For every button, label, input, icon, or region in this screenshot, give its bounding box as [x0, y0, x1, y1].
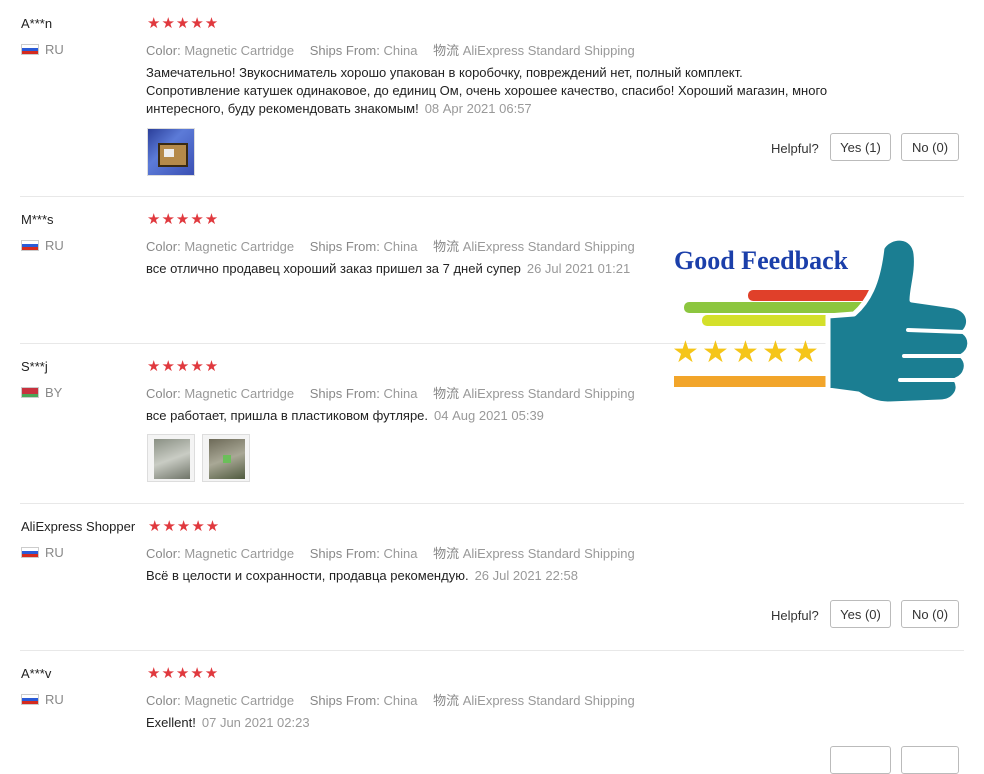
shipping-value: AliExpress Standard Shipping	[462, 43, 635, 58]
color-value: Magnetic Cartridge	[184, 239, 295, 254]
color-value: Magnetic Cartridge	[184, 546, 295, 561]
helpful-no-button[interactable]: No (0)	[901, 133, 959, 161]
ships-from-label: Ships From:	[309, 546, 380, 561]
reviewer-name: A***n	[21, 16, 53, 31]
review-text: Замечательно! Звукосниматель хорошо упак…	[146, 64, 836, 118]
review-date: 07 Jun 2021 02:23	[201, 715, 310, 730]
ships-from-value: China	[383, 546, 418, 561]
review-attributes: Color: Magnetic Cartridge Ships From: Ch…	[146, 543, 635, 562]
review-text: Всё в целости и сохранности, продавца ре…	[146, 567, 846, 585]
country-code: RU	[45, 238, 64, 253]
flag-ru-icon	[21, 694, 39, 705]
divider	[20, 196, 964, 197]
reviewer-country: RU	[21, 692, 64, 707]
svg-text:★: ★	[732, 335, 759, 370]
review-date: 04 Aug 2021 05:39	[434, 408, 544, 423]
ships-from-label: Ships From:	[309, 693, 380, 708]
country-code: RU	[45, 42, 64, 57]
review-attributes: Color: Magnetic Cartridge Ships From: Ch…	[146, 690, 635, 709]
divider	[20, 650, 964, 651]
color-value: Magnetic Cartridge	[184, 693, 295, 708]
color-label: Color:	[146, 386, 181, 401]
helpful-yes-button[interactable]: Yes (1)	[830, 133, 891, 161]
country-code: RU	[45, 545, 64, 560]
reviewer-country: RU	[21, 545, 64, 560]
country-code: RU	[45, 692, 64, 707]
color-value: Magnetic Cartridge	[184, 386, 295, 401]
reviewer-country: BY	[21, 385, 62, 400]
helpful-yes-button[interactable]	[830, 746, 891, 774]
reviewer-name: M***s	[21, 212, 54, 227]
review-date: 26 Jul 2021 22:58	[474, 568, 578, 583]
rating-stars: ★★★★★	[147, 358, 220, 375]
review-date: 08 Apr 2021 06:57	[424, 101, 532, 116]
svg-text:★: ★	[762, 335, 789, 370]
flag-by-icon	[21, 387, 39, 398]
color-label: Color:	[146, 43, 181, 58]
review-date: 26 Jul 2021 01:21	[526, 261, 631, 276]
helpful-label: Helpful?	[771, 608, 819, 623]
divider	[20, 503, 964, 504]
shipping-value: AliExpress Standard Shipping	[462, 386, 635, 401]
good-feedback-badge: Good Feedback ★ ★ ★ ★ ★	[668, 228, 974, 423]
color-value: Magnetic Cartridge	[184, 43, 295, 58]
svg-text:★: ★	[672, 335, 699, 370]
helpful-no-button[interactable]	[901, 746, 959, 774]
reviewer-name: S***j	[21, 359, 48, 374]
review-body: все отлично продавец хороший заказ прише…	[146, 261, 521, 276]
color-label: Color:	[146, 693, 181, 708]
reviewer-name: A***v	[21, 666, 52, 681]
review-body: все работает, пришла в пластиковом футля…	[146, 408, 429, 423]
thumbs-up-icon	[825, 235, 973, 407]
ships-from-label: Ships From:	[309, 386, 380, 401]
helpful-no-button[interactable]: No (0)	[901, 600, 959, 628]
shipping-icon: 物流	[433, 386, 460, 401]
shipping-icon: 物流	[433, 43, 460, 58]
rating-stars: ★★★★★	[147, 15, 220, 32]
rating-stars: ★★★★★	[147, 665, 220, 682]
badge-stars-icon: ★ ★ ★ ★ ★	[672, 335, 819, 370]
ships-from-label: Ships From:	[309, 43, 380, 58]
flag-ru-icon	[21, 44, 39, 55]
ships-from-value: China	[383, 43, 418, 58]
review-attributes: Color: Magnetic Cartridge Ships From: Ch…	[146, 40, 635, 59]
ships-from-value: China	[383, 693, 418, 708]
rating-stars: ★★★★★	[148, 518, 221, 535]
reviewer-name: AliExpress Shopper	[21, 519, 136, 534]
review-photo[interactable]	[147, 434, 195, 482]
ships-from-value: China	[383, 239, 418, 254]
reviewer-country: RU	[21, 42, 64, 57]
reviewer-country: RU	[21, 238, 64, 253]
ships-from-value: China	[383, 386, 418, 401]
helpful-label: Helpful?	[771, 141, 819, 156]
shipping-value: AliExpress Standard Shipping	[462, 693, 635, 708]
rating-stars: ★★★★★	[147, 211, 220, 228]
svg-text:★: ★	[792, 335, 819, 370]
shipping-icon: 物流	[433, 239, 460, 254]
review-body: Всё в целости и сохранности, продавца ре…	[146, 568, 469, 583]
color-label: Color:	[146, 546, 181, 561]
color-label: Color:	[146, 239, 181, 254]
shipping-value: AliExpress Standard Shipping	[462, 546, 635, 561]
review-attributes: Color: Magnetic Cartridge Ships From: Ch…	[146, 383, 635, 402]
flag-ru-icon	[21, 240, 39, 251]
review-attributes: Color: Magnetic Cartridge Ships From: Ch…	[146, 236, 635, 255]
shipping-value: AliExpress Standard Shipping	[462, 239, 635, 254]
shipping-icon: 物流	[433, 546, 460, 561]
review-photo[interactable]	[147, 128, 195, 176]
review-photo[interactable]	[202, 434, 250, 482]
badge-graphic: ★ ★ ★ ★ ★	[672, 235, 973, 407]
flag-ru-icon	[21, 547, 39, 558]
svg-text:★: ★	[702, 335, 729, 370]
country-code: BY	[45, 385, 63, 400]
review-body: Exellent!	[146, 715, 196, 730]
ships-from-label: Ships From:	[309, 239, 380, 254]
shipping-icon: 物流	[433, 693, 460, 708]
review-text: Exellent! 07 Jun 2021 02:23	[146, 714, 846, 732]
helpful-yes-button[interactable]: Yes (0)	[830, 600, 891, 628]
